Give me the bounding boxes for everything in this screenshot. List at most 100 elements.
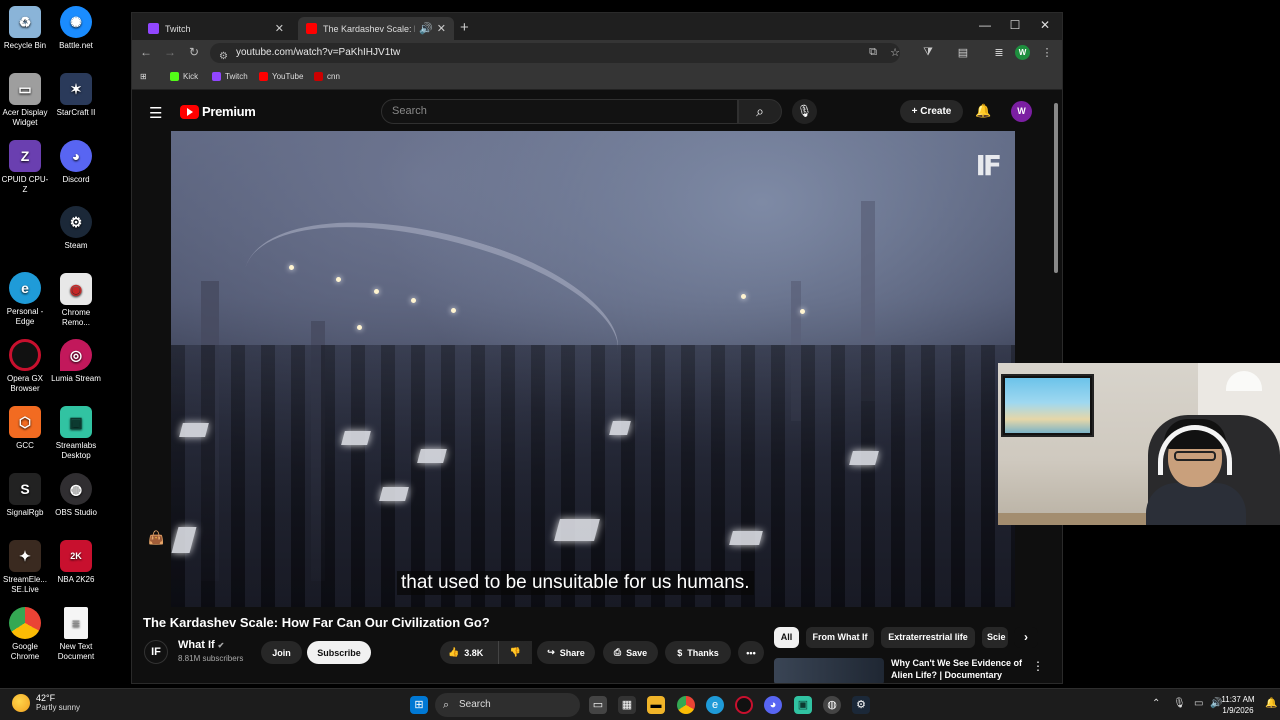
city-light — [411, 298, 416, 303]
desktop-icon-text-document[interactable]: ≡ New Text Document — [51, 607, 101, 662]
desktop-icon-label: StreamEle... SE.Live — [2, 575, 47, 594]
desktop-icon-steam[interactable]: ⚙ Steam — [51, 206, 101, 251]
scrollbar-thumb[interactable] — [1054, 103, 1058, 273]
desktop-icon-discord[interactable]: ◕ Discord — [51, 140, 101, 185]
chip-all[interactable]: All — [774, 627, 799, 648]
channel-name[interactable]: What If ✔ — [178, 639, 224, 651]
reload-button[interactable]: ↻ — [186, 45, 202, 59]
bookmark-twitch[interactable]: Twitch — [212, 72, 248, 81]
tab-twitch[interactable]: Twitch ✕ — [140, 17, 292, 40]
recommendation-title[interactable]: Why Can't We See Evidence of Alien Life?… — [891, 657, 1023, 681]
chrome-taskbar-icon[interactable] — [677, 696, 695, 714]
account-avatar[interactable]: W — [1011, 101, 1032, 122]
notifications-bell-icon[interactable]: 🔔 — [975, 103, 991, 119]
obs-taskbar-icon[interactable]: ◍ — [823, 696, 841, 714]
maximize-button[interactable]: ☐ — [1000, 18, 1030, 32]
microphone-tray-icon[interactable]: 🎙 — [1173, 698, 1186, 709]
chevron-right-icon[interactable]: › — [1014, 627, 1038, 648]
desktop-icon-chrome-remote[interactable]: ◉ Chrome Remo... — [51, 273, 101, 328]
verified-check-icon: ✔ — [217, 641, 225, 650]
reading-list-icon[interactable]: ≣ — [992, 46, 1006, 59]
desktop-icon-lumia-stream[interactable]: ◎ Lumia Stream — [51, 339, 101, 384]
create-button[interactable]: + Create — [900, 100, 963, 123]
desktop-icon-recycle-bin[interactable]: ♻ Recycle Bin — [0, 6, 50, 51]
desktop-icon-signalrgb[interactable]: S SignalRgb — [0, 473, 50, 518]
close-icon[interactable]: ✕ — [275, 22, 284, 35]
save-button[interactable]: ⎙ Save — [603, 641, 658, 664]
desktop-icon-opera-gx[interactable]: Opera GX Browser — [0, 339, 50, 394]
monitor-tray-icon[interactable]: ▭ — [1194, 698, 1203, 709]
notification-bell-icon[interactable]: 🔔 — [1265, 698, 1277, 709]
new-tab-button[interactable]: + — [460, 19, 469, 36]
back-button[interactable]: ← — [138, 45, 154, 59]
bookmark-cnn[interactable]: cnn — [314, 72, 340, 81]
desktop-icon-streamlabs[interactable]: ▣ Streamlabs Desktop — [51, 406, 101, 461]
join-button[interactable]: Join — [261, 641, 302, 664]
video-player[interactable]: IF that used to be unsuitable for us hum… — [171, 131, 1015, 607]
recommendation-thumbnail[interactable] — [774, 658, 884, 683]
menu-icon[interactable]: ☰ — [149, 104, 162, 122]
thanks-button[interactable]: $ Thanks — [665, 641, 731, 664]
search-input[interactable]: Search — [381, 99, 738, 124]
menu-icon[interactable]: ⋮ — [1040, 46, 1054, 59]
desktop-icon-acer-display-widget[interactable]: ▭ Acer Display Widget — [0, 73, 50, 128]
side-panel-icon[interactable]: ▤ — [956, 46, 970, 59]
chip-from-what-if[interactable]: From What If — [806, 627, 874, 648]
edge-taskbar-icon[interactable]: e — [706, 696, 724, 714]
plus-icon: + — [911, 106, 921, 117]
site-info-icon[interactable]: ⚙ — [219, 47, 228, 67]
streamlabs-taskbar-icon[interactable]: ▣ — [794, 696, 812, 714]
dislike-button[interactable]: 👎 — [498, 641, 532, 664]
task-view-icon[interactable]: ▭ — [589, 696, 607, 714]
close-window-button[interactable]: ✕ — [1030, 18, 1060, 32]
system-clock[interactable]: 11:37 AM 1/9/2026 — [1218, 694, 1258, 716]
desktop-icon-obs[interactable]: ◍ OBS Studio — [51, 473, 101, 518]
channel-watermark[interactable]: IF — [975, 149, 1001, 182]
more-actions-button[interactable]: ••• — [738, 641, 764, 664]
weather-widget[interactable]: 42°F Partly sunny — [12, 693, 80, 713]
cast-icon[interactable]: ⧉ — [866, 46, 880, 59]
cnn-icon — [314, 72, 323, 81]
desktop-icon-edge[interactable]: e Personal - Edge — [0, 272, 50, 327]
billboard — [729, 531, 763, 545]
chevron-up-icon[interactable]: ⌃ — [1152, 698, 1160, 709]
lumia-stream-icon: ◎ — [60, 339, 92, 371]
extensions-icon[interactable]: ⧩ — [921, 46, 935, 59]
address-bar[interactable]: ⚙ youtube.com/watch?v=PaKhIHJV1tw — [210, 43, 900, 63]
widgets-icon[interactable]: ▦ — [618, 696, 636, 714]
taskbar-search[interactable]: ⌕ Search — [435, 693, 580, 717]
channel-avatar[interactable]: IF — [144, 640, 168, 664]
voice-search-button[interactable]: 🎙 — [792, 99, 817, 124]
thanks-label: Thanks — [687, 647, 719, 658]
youtube-logo[interactable]: Premium — [180, 104, 256, 119]
desktop-icon-cpuz[interactable]: Z CPUID CPU-Z — [0, 140, 50, 195]
speaker-icon[interactable]: 🔊 — [419, 22, 433, 35]
bookmark-kick[interactable]: Kick — [170, 72, 198, 81]
desktop-icon-nba2k[interactable]: 2K NBA 2K26 — [51, 540, 101, 585]
close-icon[interactable]: ✕ — [437, 22, 446, 35]
profile-avatar[interactable]: W — [1015, 45, 1030, 60]
desktop-icon-google-chrome[interactable]: Google Chrome — [0, 607, 50, 662]
apps-icon[interactable]: ⊞ — [140, 72, 147, 81]
minimize-button[interactable]: — — [970, 18, 1000, 32]
desktop-icon-gcc[interactable]: ⬡ GCC — [0, 406, 50, 451]
desktop-icon-streamelements[interactable]: ✦ StreamEle... SE.Live — [0, 540, 50, 595]
steam-taskbar-icon[interactable]: ⚙ — [852, 696, 870, 714]
desktop-icon-starcraft[interactable]: ✶ StarCraft II — [51, 73, 101, 118]
bookmark-youtube[interactable]: YouTube — [259, 72, 303, 81]
start-button[interactable]: ⊞ — [410, 696, 428, 714]
forward-button[interactable]: → — [162, 45, 178, 59]
desktop-icon-battlenet[interactable]: ✺ Battle.net — [51, 6, 101, 51]
file-explorer-icon[interactable]: ▬ — [647, 696, 665, 714]
subscribe-button[interactable]: Subscribe — [307, 641, 371, 664]
share-button[interactable]: ↪ Share — [537, 641, 595, 664]
opera-gx-taskbar-icon[interactable] — [735, 696, 753, 714]
chip-extraterrestrial-life[interactable]: Extraterrestrial life — [881, 627, 975, 648]
discord-taskbar-icon[interactable]: ◕ — [764, 696, 782, 714]
bookmark-star-icon[interactable]: ☆ — [888, 46, 902, 59]
kebab-menu-icon[interactable]: ⋮ — [1032, 659, 1044, 673]
shopping-bag-icon[interactable]: 👜 — [148, 530, 164, 546]
chip-science[interactable]: Scie — [982, 627, 1008, 648]
search-button[interactable]: ⌕ — [738, 99, 782, 124]
tab-youtube-video[interactable]: The Kardashev Scale: How F 🔊 ✕ — [298, 17, 454, 40]
